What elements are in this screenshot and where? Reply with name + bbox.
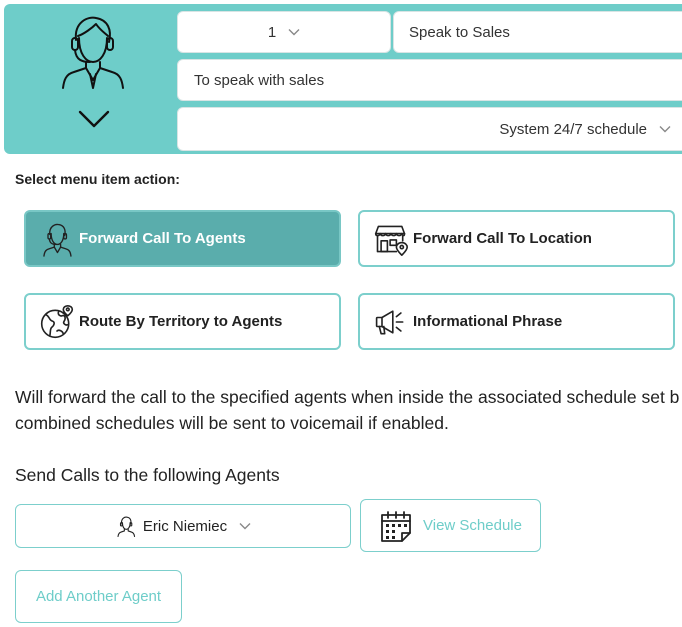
globe-location-icon bbox=[40, 304, 74, 338]
action-section-label: Select menu item action: bbox=[15, 171, 180, 187]
description-line: Will forward the call to the specified a… bbox=[15, 387, 680, 407]
chevron-down-icon bbox=[288, 29, 300, 36]
agent-headset-icon bbox=[117, 516, 135, 537]
action-label: Forward Call To Location bbox=[413, 230, 592, 247]
menu-number-value: 1 bbox=[267, 23, 277, 41]
description-line: combined schedules will be sent to voice… bbox=[15, 413, 449, 433]
phrase-value: To speak with sales bbox=[194, 71, 325, 89]
agent-select[interactable]: Eric Niemiec bbox=[15, 504, 351, 548]
chevron-down-icon bbox=[659, 126, 671, 133]
add-another-agent-button[interactable]: Add Another Agent bbox=[15, 570, 182, 623]
action-label: Route By Territory to Agents bbox=[79, 313, 283, 330]
schedule-value: System 24/7 schedule bbox=[499, 120, 647, 138]
storefront-location-icon bbox=[374, 225, 409, 256]
menu-number-select[interactable]: 1 bbox=[177, 11, 391, 53]
megaphone-icon bbox=[375, 309, 404, 335]
view-schedule-button[interactable]: View Schedule bbox=[360, 499, 541, 552]
calendar-icon bbox=[381, 510, 411, 542]
schedule-select[interactable]: System 24/7 schedule bbox=[177, 107, 682, 151]
add-agent-label: Add Another Agent bbox=[35, 588, 162, 605]
send-calls-label: Send Calls to the following Agents bbox=[15, 465, 280, 485]
view-schedule-label: View Schedule bbox=[423, 517, 522, 534]
action-label: Forward Call To Agents bbox=[79, 230, 246, 247]
informational-phrase-button[interactable]: Informational Phrase bbox=[358, 293, 675, 350]
action-description: Will forward the call to the specified a… bbox=[15, 384, 682, 436]
agent-headset-icon bbox=[43, 223, 72, 257]
forward-call-to-agents-button[interactable]: Forward Call To Agents bbox=[24, 210, 341, 267]
route-by-territory-button[interactable]: Route By Territory to Agents bbox=[24, 293, 341, 350]
menu-name-value: Speak to Sales bbox=[409, 23, 510, 41]
phrase-field[interactable]: To speak with sales bbox=[177, 59, 682, 101]
selected-agent-name: Eric Niemiec bbox=[142, 517, 228, 535]
action-label: Informational Phrase bbox=[413, 313, 563, 330]
agent-headset-icon bbox=[62, 16, 124, 89]
forward-call-to-location-button[interactable]: Forward Call To Location bbox=[358, 210, 675, 267]
chevron-down-icon bbox=[239, 523, 251, 530]
menu-name-field[interactable]: Speak to Sales bbox=[393, 11, 682, 53]
chevron-down-icon[interactable] bbox=[76, 104, 112, 132]
